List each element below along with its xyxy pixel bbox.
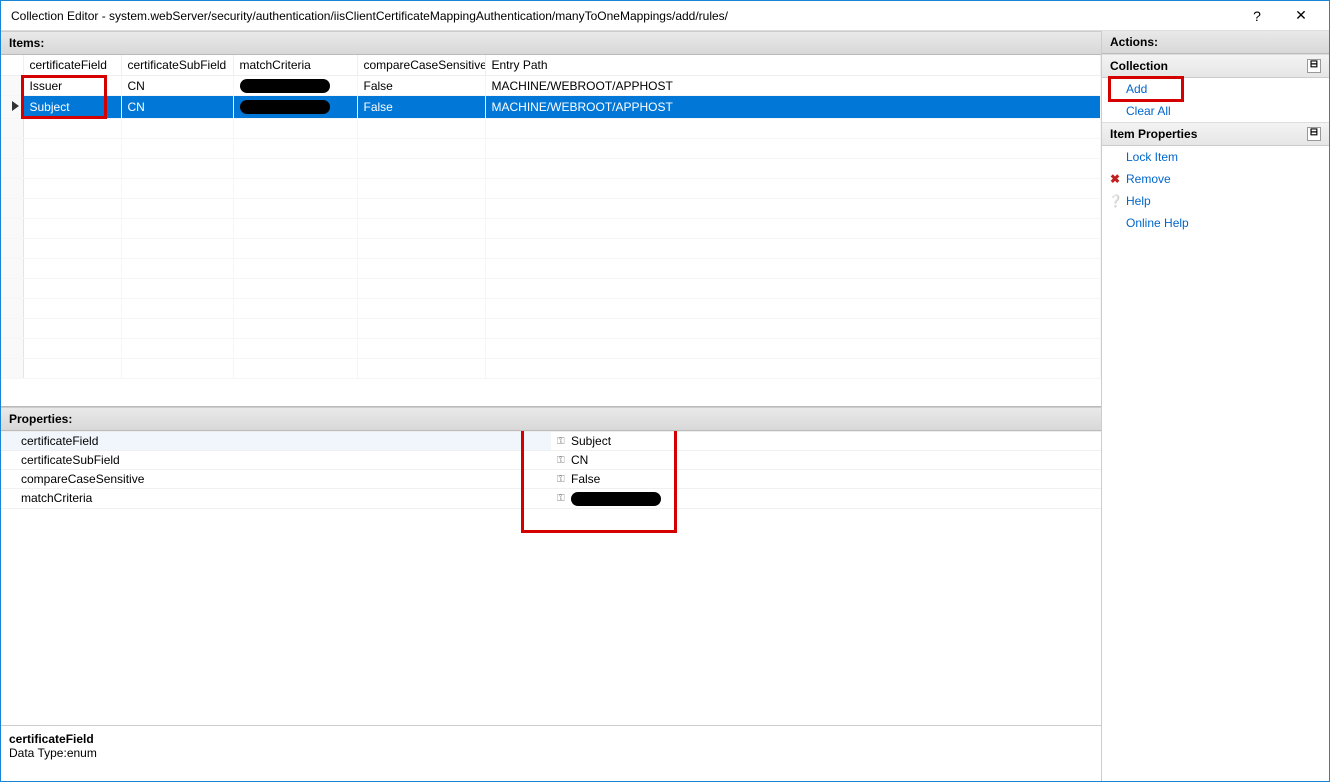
cell-compareCaseSensitive[interactable]: False (357, 96, 485, 119)
property-row[interactable]: matchCriteria ⚿ (1, 489, 1101, 509)
action-lock-item[interactable]: Lock Item (1102, 146, 1329, 168)
cell-certificateField[interactable]: Subject (23, 96, 121, 119)
item-properties-group-title: Item Properties ⊟ (1102, 122, 1329, 146)
row-indicator (1, 96, 23, 119)
empty-row (1, 279, 1101, 299)
cell-certificateSubField[interactable]: CN (121, 96, 233, 119)
remove-icon: ✖ (1108, 172, 1122, 186)
redacted-value (240, 100, 330, 114)
row-indicator-header (1, 55, 23, 76)
items-table[interactable]: certificateField certificateSubField mat… (1, 55, 1101, 379)
redacted-value (571, 492, 661, 506)
property-row[interactable]: certificateSubField ⚿CN (1, 451, 1101, 470)
items-heading: Items: (1, 31, 1101, 55)
collapse-icon[interactable]: ⊟ (1307, 59, 1321, 73)
empty-row (1, 339, 1101, 359)
col-matchCriteria[interactable]: matchCriteria (233, 55, 357, 76)
col-entryPath[interactable]: Entry Path (485, 55, 1101, 76)
property-name[interactable]: matchCriteria (1, 489, 551, 509)
properties-heading: Properties: (1, 407, 1101, 431)
property-name[interactable]: certificateSubField (1, 451, 551, 470)
collection-group-title: Collection ⊟ (1102, 54, 1329, 78)
col-compareCaseSensitive[interactable]: compareCaseSensitive (357, 55, 485, 76)
empty-row (1, 239, 1101, 259)
property-value[interactable]: ⚿False (551, 470, 1101, 489)
collapse-icon[interactable]: ⊟ (1307, 127, 1321, 141)
collection-group-label: Collection (1110, 59, 1168, 73)
table-row[interactable]: Issuer CN False MACHINE/WEBROOT/APPHOST (1, 76, 1101, 96)
cell-matchCriteria[interactable] (233, 96, 357, 119)
cell-compareCaseSensitive[interactable]: False (357, 76, 485, 96)
property-value[interactable]: ⚿ (551, 489, 1101, 509)
key-icon: ⚿ (557, 475, 567, 485)
cell-certificateSubField[interactable]: CN (121, 76, 233, 96)
redacted-value (240, 79, 330, 93)
title-bar: Collection Editor - system.webServer/sec… (1, 1, 1329, 31)
col-certificateSubField[interactable]: certificateSubField (121, 55, 233, 76)
key-icon: ⚿ (557, 437, 567, 447)
properties-grid[interactable]: certificateField ⚿Subject certificateSub… (1, 431, 1101, 725)
row-indicator (1, 76, 23, 96)
current-row-arrow-icon (12, 101, 19, 111)
property-value[interactable]: ⚿Subject (551, 432, 1101, 451)
property-description-name: certificateField (9, 732, 1093, 746)
property-row[interactable]: certificateField ⚿Subject (1, 432, 1101, 451)
help-icon: ❔ (1108, 194, 1122, 208)
cell-matchCriteria[interactable] (233, 76, 357, 96)
action-add[interactable]: Add (1102, 78, 1329, 100)
property-name[interactable]: compareCaseSensitive (1, 470, 551, 489)
property-description-type: Data Type:enum (9, 746, 1093, 760)
cell-entryPath[interactable]: MACHINE/WEBROOT/APPHOST (485, 96, 1101, 119)
item-properties-group-label: Item Properties (1110, 127, 1197, 141)
empty-row (1, 139, 1101, 159)
items-header-row[interactable]: certificateField certificateSubField mat… (1, 55, 1101, 76)
empty-row (1, 119, 1101, 139)
items-heading-label: Items: (9, 36, 44, 50)
property-description: certificateField Data Type:enum (1, 725, 1101, 781)
items-section: Items: certificateField certificateSubFi… (1, 31, 1101, 406)
titlebar-help-button[interactable]: ? (1235, 8, 1279, 24)
properties-section: Properties: certificateField ⚿Subject ce… (1, 406, 1101, 781)
empty-row (1, 219, 1101, 239)
key-icon: ⚿ (557, 456, 567, 466)
table-row[interactable]: Subject CN False MACHINE/WEBROOT/APPHOST (1, 96, 1101, 119)
main-area: Items: certificateField certificateSubFi… (1, 31, 1329, 781)
actions-pane: Actions: Collection ⊟ Add Clear All Item… (1102, 31, 1329, 781)
window-title: Collection Editor - system.webServer/sec… (7, 9, 1235, 23)
titlebar-close-button[interactable]: ✕ (1279, 7, 1323, 24)
property-name[interactable]: certificateField (1, 432, 551, 451)
cell-entryPath[interactable]: MACHINE/WEBROOT/APPHOST (485, 76, 1101, 96)
empty-row (1, 359, 1101, 379)
empty-row (1, 299, 1101, 319)
property-value[interactable]: ⚿CN (551, 451, 1101, 470)
items-grid[interactable]: certificateField certificateSubField mat… (1, 55, 1101, 406)
cell-certificateField[interactable]: Issuer (23, 76, 121, 96)
action-help[interactable]: ❔ Help (1102, 190, 1329, 212)
action-clear-all[interactable]: Clear All (1102, 100, 1329, 122)
action-online-help[interactable]: Online Help (1102, 212, 1329, 234)
empty-row (1, 179, 1101, 199)
property-row[interactable]: compareCaseSensitive ⚿False (1, 470, 1101, 489)
properties-heading-label: Properties: (9, 412, 72, 426)
empty-row (1, 159, 1101, 179)
empty-row (1, 319, 1101, 339)
action-remove[interactable]: ✖ Remove (1102, 168, 1329, 190)
empty-row (1, 259, 1101, 279)
key-icon: ⚿ (557, 494, 567, 504)
left-pane: Items: certificateField certificateSubFi… (1, 31, 1102, 781)
actions-heading: Actions: (1102, 31, 1329, 54)
empty-row (1, 199, 1101, 219)
col-certificateField[interactable]: certificateField (23, 55, 121, 76)
